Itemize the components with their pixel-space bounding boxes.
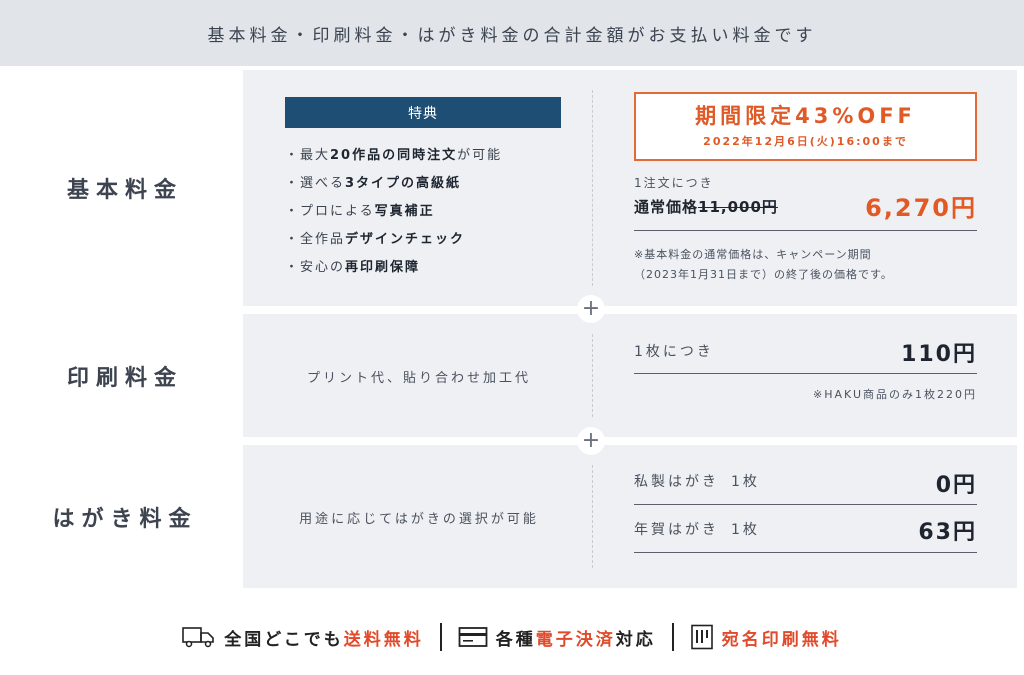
per-order-label: 1注文につき [634,176,714,190]
feature-address: 宛名印刷無料 [690,624,842,650]
per-sheet-label: 1枚につき [634,344,714,360]
banner-text: 基本料金・印刷料金・はがき料金の合計金額がお支払い料金です [207,25,817,46]
postcard-item-name: 年賀はがき 1枚 [634,522,760,538]
feature-payment: 各種 電子決済 対応 [458,625,656,650]
postcard-fee-desc: 用途に応じてはがきの選択が可能 [299,512,539,527]
benefits-list: ・最大20作品の同時注文が可能 ・選べる3タイプの高級紙 ・プロによる写真補正 … [285,146,502,286]
basic-fee-note: ※基本料金の通常価格は、キャンペーン期間 （2023年1月31日まで）の終了後の… [634,248,893,281]
benefit-item: ・安心の再印刷保障 [285,260,421,275]
basic-fee-label: 基本料金 [7,70,243,306]
regular-price: 通常価格11,000円 [634,196,778,217]
basic-fee-row: 基本料金 特典 ・最大20作品の同時注文が可能 ・選べる3タイプの高級紙 ・プロ… [7,70,1017,306]
promo-title: 期間限定43%OFF [695,104,916,128]
postcard-item-name: 私製はがき 1枚 [634,474,760,490]
column-divider [592,334,593,417]
benefits-header: 特典 [285,97,561,128]
printing-fee-row: 印刷料金 プリント代、貼り合わせ加工代 1枚につき 110円 ※HAKU商品のみ… [7,314,1017,437]
truck-icon [182,627,215,648]
feature-shipping: 全国どこでも 送料無料 [182,625,424,650]
regular-price-value: 11,000円 [698,198,778,216]
price-divider [634,230,977,231]
postcard-fee-row: はがき料金 用途に応じてはがきの選択が可能 私製はがき 1枚 0円 年賀はがき 1枚… [7,445,1017,588]
card-icon [458,627,488,647]
price-divider [634,373,977,374]
regular-price-label: 通常価格 [634,198,699,216]
price-divider [634,504,977,505]
benefit-item: ・選べる3タイプの高級紙 [285,176,462,191]
basic-fee-benefits: 特典 ・最大20作品の同時注文が可能 ・選べる3タイプの高級紙 ・プロによる写真… [243,70,595,306]
benefit-item: ・全作品デザインチェック [285,232,466,247]
price-divider [634,552,977,553]
printing-fee-desc: プリント代、貼り合わせ加工代 [306,371,531,386]
postcard-item-price: 0円 [935,473,977,498]
promo-box: 期間限定43%OFF 2022年12月6日(火)16:00まで [634,92,977,161]
basic-fee-pricing: 期間限定43%OFF 2022年12月6日(火)16:00まで 1注文につき 通… [595,70,1017,306]
sale-price: 6,270円 [865,194,977,222]
plus-icon: + [577,427,605,455]
total-price-banner: 基本料金・印刷料金・はがき料金の合計金額がお支払い料金です [0,0,1024,66]
benefit-item: ・最大20作品の同時注文が可能 [285,148,503,163]
postcard-item-price: 63円 [918,520,977,545]
column-divider [592,90,593,286]
feature-separator [671,623,674,651]
printing-price: 110円 [901,342,977,367]
postcard-fee-label: はがき料金 [7,445,243,588]
plus-icon: + [577,295,605,323]
feature-strip: 全国どこでも 送料無料 各種 電子決済 対応 宛名印刷無料 [0,612,1024,662]
feature-separator [439,623,442,651]
printing-fee-label: 印刷料金 [7,314,243,437]
promo-deadline: 2022年12月6日(火)16:00まで [703,135,908,148]
column-divider [592,465,593,568]
benefit-item: ・プロによる写真補正 [285,204,435,219]
haku-note: ※HAKU商品のみ1枚220円 [813,388,977,401]
address-print-icon [690,624,713,650]
